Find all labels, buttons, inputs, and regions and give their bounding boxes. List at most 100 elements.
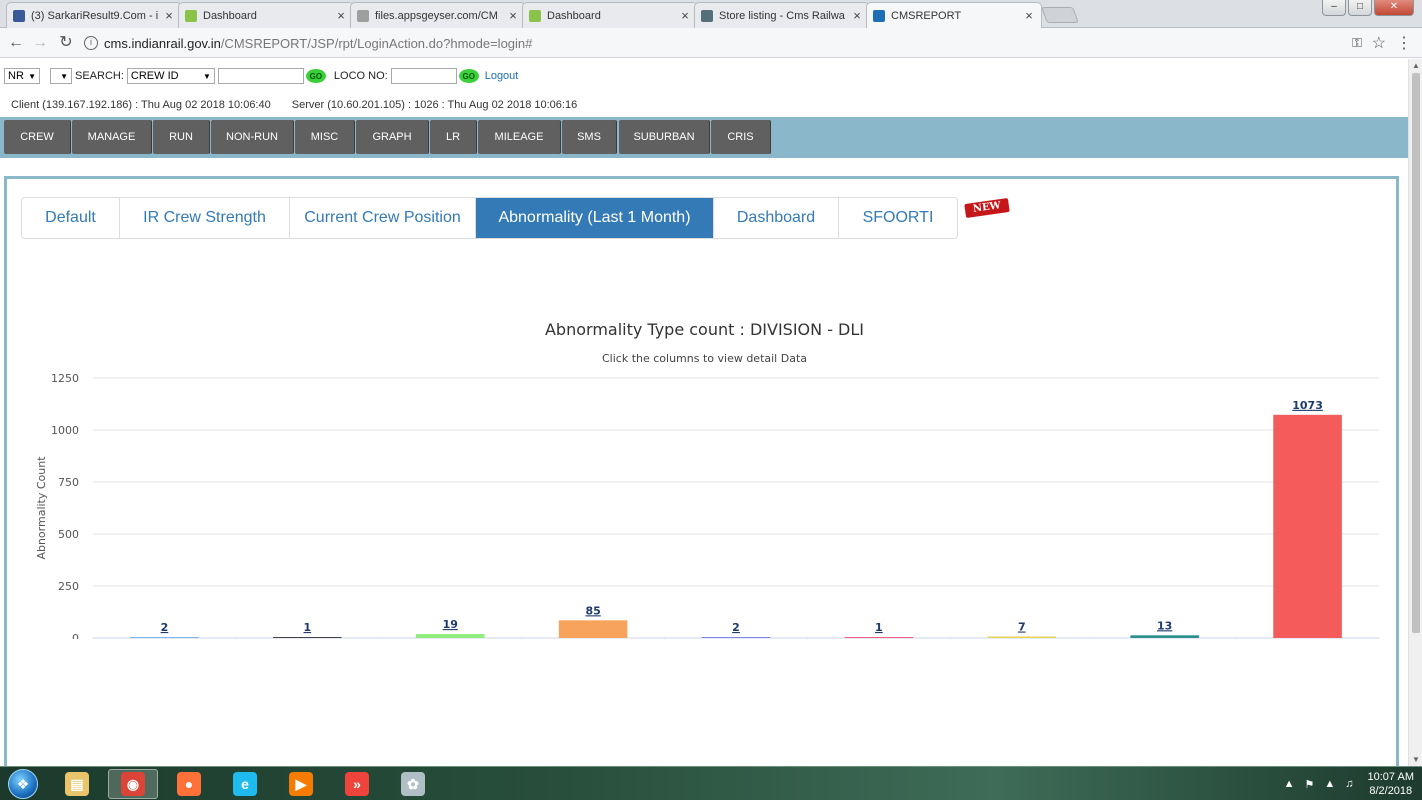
volume-icon[interactable]: ♫ (1345, 778, 1353, 790)
report-tab[interactable]: Current Crew Position (290, 198, 476, 238)
data-label[interactable]: 7 (1018, 621, 1026, 634)
data-label[interactable]: 1 (304, 621, 312, 634)
report-tab[interactable]: Default (22, 198, 120, 238)
play-store-icon (701, 9, 713, 22)
browser-tab[interactable]: (3) SarkariResult9.Com - і × (6, 2, 182, 28)
close-tab-icon[interactable]: × (679, 8, 691, 23)
bar-cw[interactable] (273, 637, 342, 638)
forward-icon[interactable]: → (30, 33, 50, 53)
chevron-down-icon: ▼ (202, 71, 211, 81)
taskbar-paint[interactable]: ✿ (388, 769, 438, 799)
menu-item-manage[interactable]: MANAGE (72, 120, 152, 154)
menu-item-graph[interactable]: GRAPH (356, 120, 429, 154)
menu-item-run[interactable]: RUN (153, 120, 210, 154)
scroll-down-icon[interactable]: ▼ (1412, 755, 1420, 764)
back-icon[interactable]: ← (6, 33, 26, 53)
content-panel: Default IR Crew Strength Current Crew Posi… (4, 176, 1399, 766)
browser-tab-label: Dashboard (203, 9, 257, 22)
browser-tab[interactable]: Store listing - Cms Railwa × (694, 2, 870, 28)
info-icon[interactable]: i (84, 36, 98, 50)
bar-st[interactable] (1130, 635, 1199, 638)
data-label[interactable]: 85 (585, 604, 600, 617)
maximize-button[interactable]: □ (1348, 0, 1372, 16)
bookmark-star-icon[interactable]: ☆ (1372, 33, 1386, 53)
menu-item-non-run[interactable]: NON-RUN (211, 120, 294, 154)
key-icon[interactable]: ⚿ (1352, 35, 1362, 51)
data-label[interactable]: 1073 (1292, 399, 1323, 412)
menu-item-cris[interactable]: CRIS (711, 120, 771, 154)
browser-tab-label: CMSREPORT (891, 9, 962, 22)
new-tab-button[interactable] (1041, 7, 1079, 23)
blank-select[interactable]: ▼ (50, 68, 72, 84)
search-label: SEARCH: (75, 70, 124, 82)
signal-icon[interactable]: ▲ (1324, 778, 1335, 790)
close-tab-icon[interactable]: × (851, 8, 863, 23)
dashboard-favicon-icon (529, 9, 541, 22)
page: NR ▼ ▼ SEARCH: CREW ID ▼ GO LOCO NO: GO Lo… (0, 59, 1408, 766)
bar-engg[interactable] (415, 634, 485, 638)
chrome-icon: ◉ (121, 772, 145, 796)
taskbar-ie[interactable]: e (220, 769, 270, 799)
bar-security[interactable] (987, 636, 1057, 638)
menu-item-mileage[interactable]: MILEAGE (478, 120, 561, 154)
close-window-button[interactable]: ✕ (1374, 0, 1414, 16)
data-label[interactable]: 2 (732, 621, 740, 634)
taskbar-anydesk[interactable]: » (332, 769, 382, 799)
browser-tab[interactable]: Dashboard × (522, 2, 698, 28)
client-info: Client (139.167.192.186) : Thu Aug 02 20… (11, 99, 271, 111)
search-type-select[interactable]: CREW ID ▼ (126, 68, 215, 84)
menu-item-lr[interactable]: LR (430, 120, 477, 154)
reload-icon[interactable]: ↻ (56, 33, 76, 53)
bar-loco[interactable] (558, 620, 628, 638)
cms-favicon-icon (873, 9, 885, 22)
close-tab-icon[interactable]: × (163, 8, 175, 23)
address-bar[interactable]: i cms.indianrail.gov.in/CMSREPORT/JSP/rp… (84, 33, 1384, 53)
bar-traffic[interactable] (1273, 414, 1342, 638)
close-tab-icon[interactable]: × (507, 8, 519, 23)
bar-misc[interactable] (701, 637, 771, 638)
menu-item-sms[interactable]: SMS (562, 120, 617, 154)
y-tick-label: 1250 (51, 372, 79, 385)
browser-tab[interactable]: Dashboard × (178, 2, 354, 28)
bar-ohe[interactable] (844, 637, 914, 638)
menu-item-crew[interactable]: CREW (4, 120, 71, 154)
scrollbar-thumb[interactable] (1412, 73, 1420, 633)
minimize-button[interactable]: – (1322, 0, 1346, 16)
dashboard-favicon-icon (185, 9, 197, 22)
data-label[interactable]: 2 (161, 621, 169, 634)
data-label[interactable]: 19 (443, 618, 458, 631)
browser-tab[interactable]: files.appsgeyser.com/CM × (350, 2, 526, 28)
data-label[interactable]: 1 (875, 621, 883, 634)
menu-item-misc[interactable]: MISC (295, 120, 355, 154)
logout-link[interactable]: Logout (485, 70, 519, 82)
clock[interactable]: 10:07 AM 8/2/2018 (1368, 770, 1414, 798)
start-button[interactable]: ❖ (8, 769, 38, 799)
taskbar-chrome[interactable]: ◉ (108, 769, 158, 799)
browser-menu-icon[interactable]: ⋮ (1396, 33, 1412, 53)
report-tab[interactable]: SFOORTI (839, 198, 957, 238)
search-input[interactable] (217, 68, 304, 84)
loco-input[interactable] (390, 68, 457, 84)
report-tab[interactable]: IR Crew Strength (120, 198, 290, 238)
browser-tab[interactable]: CMSREPORT × (866, 2, 1042, 28)
media-player-icon: ▶ (289, 772, 313, 796)
taskbar-firefox[interactable]: ● (164, 769, 214, 799)
vertical-scrollbar[interactable]: ▲ ▼ (1408, 59, 1422, 766)
report-tab[interactable]: Dashboard (714, 198, 839, 238)
scroll-up-icon[interactable]: ▲ (1412, 61, 1420, 70)
taskbar-media[interactable]: ▶ (276, 769, 326, 799)
data-label[interactable]: 13 (1157, 619, 1172, 632)
loco-label: LOCO NO: (333, 70, 388, 82)
show-hidden-icons-icon[interactable]: ▲ (1284, 778, 1295, 790)
taskbar-explorer[interactable]: ▤ (52, 769, 102, 799)
close-tab-icon[interactable]: × (1023, 8, 1035, 23)
zone-select[interactable]: NR ▼ (4, 68, 40, 84)
go-loco-button[interactable]: GO (458, 69, 479, 83)
y-tick-label: 0 (72, 632, 79, 639)
close-tab-icon[interactable]: × (335, 8, 347, 23)
go-search-button[interactable]: GO (305, 69, 326, 83)
flag-icon[interactable]: ⚑ (1305, 778, 1315, 791)
bar-commercial[interactable] (130, 637, 199, 638)
report-tab[interactable]: Abnormality (Last 1 Month) (476, 198, 714, 238)
menu-item-suburban[interactable]: SUBURBAN (619, 120, 710, 154)
